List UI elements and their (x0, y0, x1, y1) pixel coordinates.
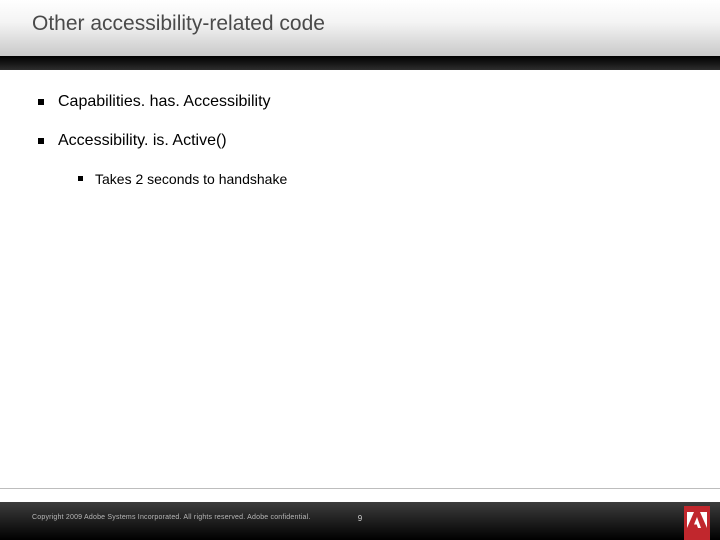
bullet-text: Accessibility. is. Active() (58, 131, 227, 152)
bullet-square-icon (38, 138, 44, 144)
title-band: Other accessibility-related code (0, 0, 720, 56)
slide: Other accessibility-related code Capabil… (0, 0, 720, 540)
bullet-text: Capabilities. has. Accessibility (58, 92, 271, 113)
content-area: Capabilities. has. Accessibility Accessi… (38, 92, 678, 188)
footer-page-number: 9 (358, 514, 362, 523)
footer-copyright: Copyright 2009 Adobe Systems Incorporate… (32, 514, 310, 521)
adobe-logo-icon (684, 506, 710, 540)
bullet-square-icon (78, 176, 83, 181)
slide-title: Other accessibility-related code (32, 12, 325, 36)
bullet-text: Takes 2 seconds to handshake (95, 170, 287, 188)
footer-divider (0, 488, 720, 489)
list-item: Takes 2 seconds to handshake (78, 170, 678, 188)
title-underline (0, 56, 720, 70)
bullet-square-icon (38, 99, 44, 105)
list-item: Capabilities. has. Accessibility (38, 92, 678, 113)
footer-bar: Copyright 2009 Adobe Systems Incorporate… (0, 502, 720, 540)
list-item: Accessibility. is. Active() (38, 131, 678, 152)
